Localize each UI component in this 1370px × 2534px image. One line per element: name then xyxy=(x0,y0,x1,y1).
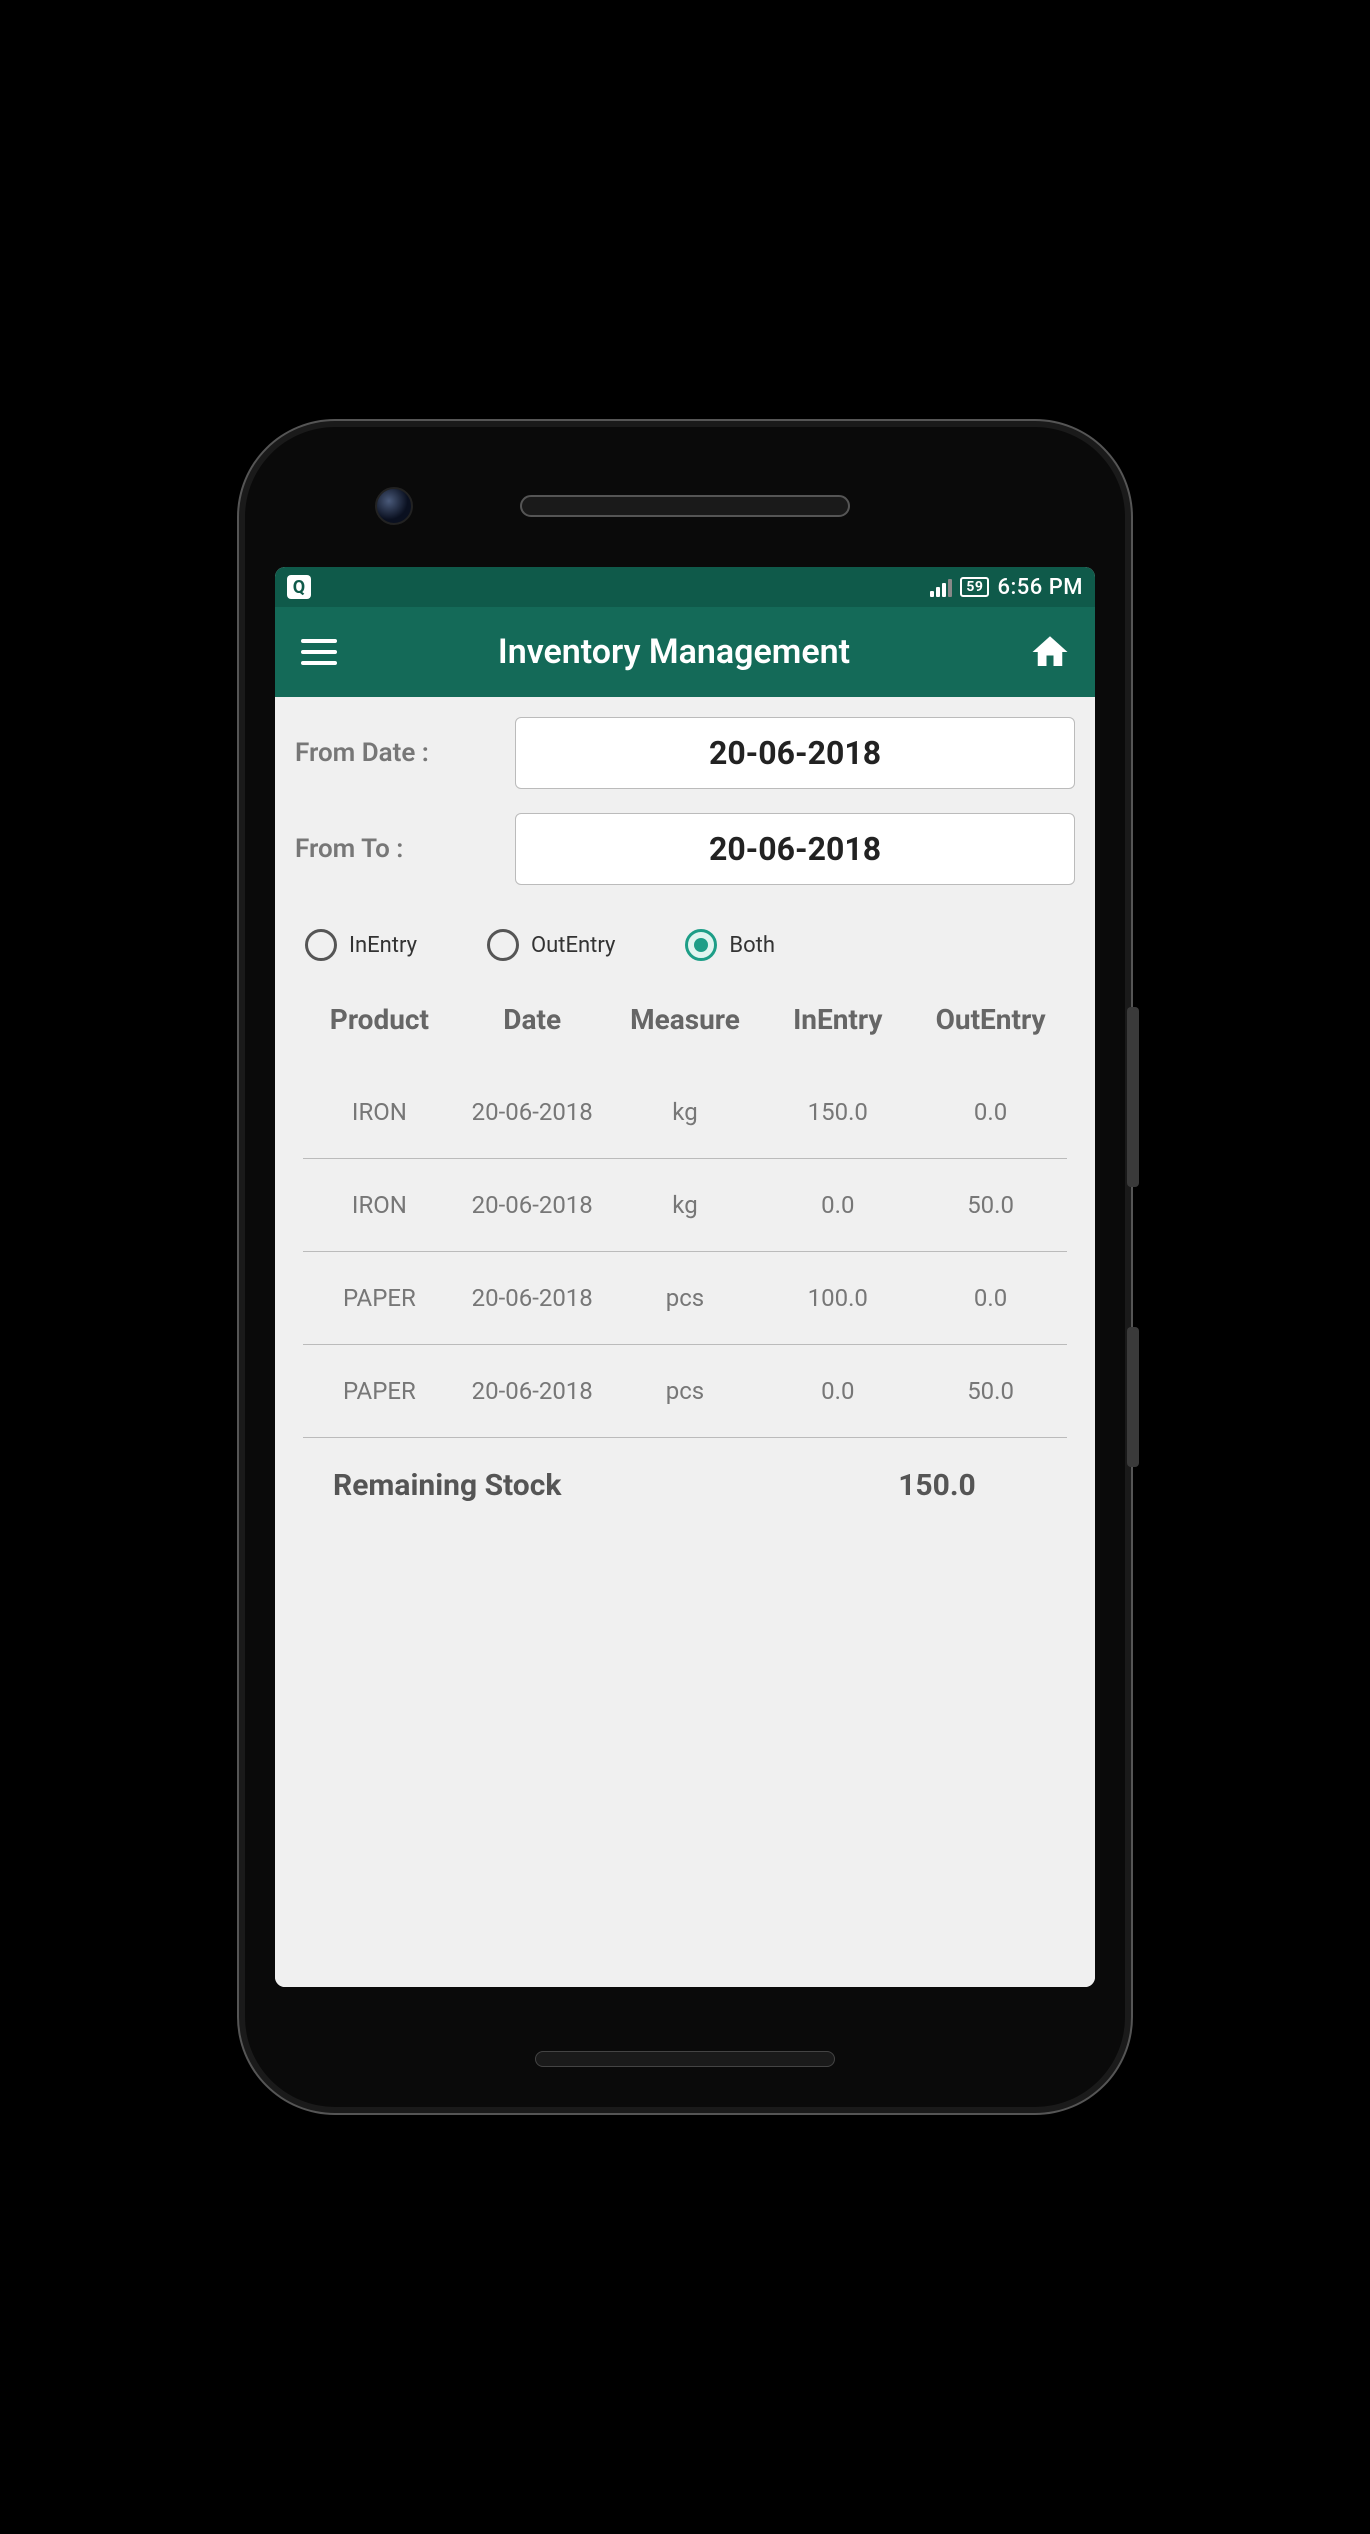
content-area: From Date : 20-06-2018 From To : 20-06-2… xyxy=(275,697,1095,1987)
radio-circle-selected-icon xyxy=(685,929,717,961)
radio-circle-icon xyxy=(305,929,337,961)
front-camera xyxy=(375,487,413,525)
cell-product: IRON xyxy=(303,1098,456,1126)
cell-measure: kg xyxy=(609,1098,762,1126)
col-in-entry: InEntry xyxy=(761,1003,914,1036)
cell-out: 50.0 xyxy=(914,1377,1067,1405)
radio-label: OutEntry xyxy=(531,933,615,958)
table-row: PAPER 20-06-2018 pcs 0.0 50.0 xyxy=(303,1345,1067,1438)
col-product: Product xyxy=(303,1003,456,1036)
filter-radio-group: InEntry OutEntry Both xyxy=(295,909,1075,991)
side-button xyxy=(1127,1327,1139,1467)
cell-measure: pcs xyxy=(609,1377,762,1405)
cell-in: 0.0 xyxy=(761,1377,914,1405)
from-date-input[interactable]: 20-06-2018 xyxy=(515,717,1075,789)
cell-product: PAPER xyxy=(303,1284,456,1312)
table-row: IRON 20-06-2018 kg 150.0 0.0 xyxy=(303,1066,1067,1159)
screen: Q 59 6:56 PM Inventory Management From D… xyxy=(275,567,1095,1987)
from-date-label: From Date : xyxy=(295,738,495,768)
inventory-table: Product Date Measure InEntry OutEntry IR… xyxy=(295,991,1075,1513)
battery-icon: 59 xyxy=(960,577,989,597)
radio-out-entry[interactable]: OutEntry xyxy=(487,929,615,961)
remaining-stock-label: Remaining Stock xyxy=(333,1468,837,1503)
to-date-input[interactable]: 20-06-2018 xyxy=(515,813,1075,885)
radio-label: InEntry xyxy=(349,933,417,958)
earpiece-speaker xyxy=(520,495,850,517)
table-row: PAPER 20-06-2018 pcs 100.0 0.0 xyxy=(303,1252,1067,1345)
cell-out: 0.0 xyxy=(914,1098,1067,1126)
cell-measure: pcs xyxy=(609,1284,762,1312)
cell-in: 100.0 xyxy=(761,1284,914,1312)
summary-row: Remaining Stock 150.0 xyxy=(303,1438,1067,1513)
cell-date: 20-06-2018 xyxy=(456,1191,609,1219)
from-date-row: From Date : 20-06-2018 xyxy=(295,717,1075,789)
col-date: Date xyxy=(456,1003,609,1036)
app-notification-icon: Q xyxy=(287,575,311,599)
cell-date: 20-06-2018 xyxy=(456,1377,609,1405)
col-measure: Measure xyxy=(609,1003,762,1036)
status-time: 6:56 PM xyxy=(997,575,1083,600)
cell-out: 0.0 xyxy=(914,1284,1067,1312)
side-button xyxy=(1127,1007,1139,1187)
remaining-stock-value: 150.0 xyxy=(837,1468,1037,1503)
radio-label: Both xyxy=(729,933,775,958)
radio-both[interactable]: Both xyxy=(685,929,775,961)
cell-product: PAPER xyxy=(303,1377,456,1405)
col-out-entry: OutEntry xyxy=(914,1003,1067,1036)
phone-frame: Q 59 6:56 PM Inventory Management From D… xyxy=(245,427,1125,2107)
page-title: Inventory Management xyxy=(327,632,1021,672)
cell-product: IRON xyxy=(303,1191,456,1219)
home-icon[interactable] xyxy=(1021,623,1079,681)
cell-out: 50.0 xyxy=(914,1191,1067,1219)
radio-circle-icon xyxy=(487,929,519,961)
to-date-row: From To : 20-06-2018 xyxy=(295,813,1075,885)
app-bar: Inventory Management xyxy=(275,607,1095,697)
to-date-label: From To : xyxy=(295,834,495,864)
cell-date: 20-06-2018 xyxy=(456,1284,609,1312)
radio-in-entry[interactable]: InEntry xyxy=(305,929,417,961)
cell-measure: kg xyxy=(609,1191,762,1219)
cell-in: 0.0 xyxy=(761,1191,914,1219)
cell-date: 20-06-2018 xyxy=(456,1098,609,1126)
signal-icon xyxy=(930,577,952,597)
status-bar: Q 59 6:56 PM xyxy=(275,567,1095,607)
table-row: IRON 20-06-2018 kg 0.0 50.0 xyxy=(303,1159,1067,1252)
bottom-speaker xyxy=(535,2051,835,2067)
table-header-row: Product Date Measure InEntry OutEntry xyxy=(303,991,1067,1066)
cell-in: 150.0 xyxy=(761,1098,914,1126)
